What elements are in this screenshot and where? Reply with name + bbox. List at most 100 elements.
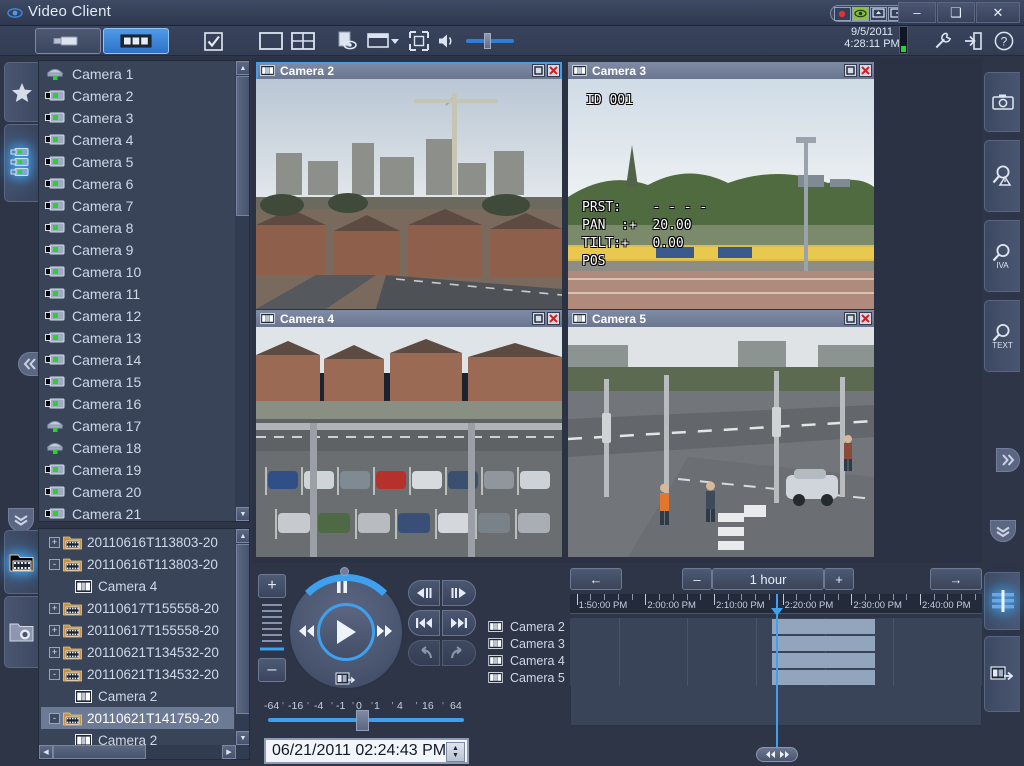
- rec-scroll-left-button[interactable]: ◀: [39, 745, 53, 759]
- volume-slider-thumb[interactable]: [484, 33, 491, 49]
- speaker-button[interactable]: [434, 29, 460, 53]
- camera-list-item[interactable]: Camera 1: [39, 63, 234, 85]
- video-stream[interactable]: [256, 79, 562, 309]
- scroll-down-button[interactable]: ▼: [236, 507, 249, 521]
- logout-button[interactable]: [960, 29, 986, 53]
- right-tab-timeline[interactable]: [984, 572, 1020, 630]
- pane-close-button[interactable]: [859, 312, 872, 325]
- maximize-button[interactable]: ❑: [937, 2, 975, 23]
- camera-list-item[interactable]: Camera 3: [39, 107, 234, 129]
- monitor-status-icon[interactable]: [870, 6, 887, 21]
- checkbox-toggle-button[interactable]: [200, 29, 226, 53]
- camera-list-item[interactable]: Camera 13: [39, 327, 234, 349]
- pane-maximize-button[interactable]: [844, 312, 857, 325]
- pane-maximize-button[interactable]: [532, 312, 545, 325]
- pane-close-button[interactable]: [547, 312, 560, 325]
- recording-segment[interactable]: [771, 670, 875, 685]
- timeline-zoom-out-button[interactable]: –: [682, 568, 712, 590]
- sidebar-tab-exports[interactable]: [4, 596, 38, 668]
- recording-folder-row[interactable]: - 20110621T134532-20: [41, 663, 234, 685]
- sidebar-tab-favorites[interactable]: [4, 62, 38, 122]
- sidebar-tab-recordings[interactable]: [4, 530, 38, 594]
- playback-mode-button[interactable]: [103, 28, 169, 54]
- pane-close-button[interactable]: [859, 64, 872, 77]
- recording-folder-row[interactable]: +20110621T134532-20: [41, 641, 234, 663]
- camera-list-item[interactable]: Camera 15: [39, 371, 234, 393]
- recording-folder-row[interactable]: +20110616T113803-20: [41, 531, 234, 553]
- sidebar-tab-cameras[interactable]: [4, 124, 38, 202]
- recording-folder-row[interactable]: - 20110621T141759-20: [41, 707, 234, 729]
- step-forward-button[interactable]: [442, 580, 476, 606]
- recording-segment[interactable]: [771, 636, 875, 651]
- scroll-up-button[interactable]: ▲: [236, 61, 249, 75]
- camera-list-item[interactable]: Camera 10: [39, 261, 234, 283]
- step-back-button[interactable]: [408, 580, 440, 606]
- camera-list-item[interactable]: Camera 17: [39, 415, 234, 437]
- expand-icon[interactable]: +: [49, 602, 60, 614]
- layout-single-button[interactable]: [258, 29, 284, 53]
- expand-icon[interactable]: +: [49, 536, 60, 548]
- zoom-out-button[interactable]: –: [258, 658, 286, 682]
- window-menu-button[interactable]: [366, 29, 400, 53]
- camera-list-item[interactable]: Camera 14: [39, 349, 234, 371]
- video-stream[interactable]: ID 001 PRST: - - - - PAN :+ 20.00 TILT:+ 0.…: [568, 79, 874, 309]
- collapse-right-bottom-button[interactable]: [990, 520, 1016, 542]
- rec-scroll-thumb[interactable]: [236, 544, 249, 714]
- live-mode-button[interactable]: [35, 28, 101, 54]
- expand-icon[interactable]: +: [49, 624, 60, 636]
- camera-list-item[interactable]: Camera 4: [39, 129, 234, 151]
- collapse-icon[interactable]: -: [49, 668, 60, 680]
- rec-hscroll-thumb[interactable]: [53, 745, 146, 759]
- recording-segment[interactable]: [771, 653, 875, 668]
- timeline-next-button[interactable]: →: [930, 568, 982, 590]
- right-tab-text-search[interactable]: TEXT: [984, 300, 1020, 372]
- timeline-prev-button[interactable]: ←: [570, 568, 622, 590]
- instant-playback-button[interactable]: [334, 29, 360, 53]
- timeline-zoom-in-button[interactable]: +: [824, 568, 854, 590]
- video-pane[interactable]: Camera 2: [256, 62, 562, 309]
- video-stream[interactable]: [256, 327, 562, 557]
- eye-status-icon[interactable]: [852, 6, 869, 21]
- camera-list-item[interactable]: Camera 6: [39, 173, 234, 195]
- right-tab-iva-search[interactable]: IVA: [984, 220, 1020, 292]
- record-status-icon[interactable]: [834, 6, 851, 21]
- video-pane[interactable]: Camera 5: [568, 310, 874, 557]
- rec-scroll-down-button[interactable]: ▼: [236, 731, 249, 745]
- stepper-down-icon[interactable]: ▼: [452, 752, 459, 759]
- right-tab-alarm-search[interactable]: [984, 140, 1020, 212]
- pane-close-button[interactable]: [547, 64, 560, 77]
- next-clip-button[interactable]: [442, 610, 476, 636]
- recording-folder-row[interactable]: +20110617T155558-20: [41, 597, 234, 619]
- camera-list-item[interactable]: Camera 5: [39, 151, 234, 173]
- recording-camera-row[interactable]: Camera 2: [41, 685, 234, 707]
- camera-list-item[interactable]: Camera 9: [39, 239, 234, 261]
- recording-camera-row[interactable]: Camera 4: [41, 575, 234, 597]
- rec-scroll-right-button[interactable]: ▶: [222, 745, 236, 759]
- pane-maximize-button[interactable]: [844, 64, 857, 77]
- camera-list-item[interactable]: Camera 8: [39, 217, 234, 239]
- close-button[interactable]: ✕: [976, 2, 1020, 23]
- collapse-icon[interactable]: -: [49, 712, 60, 724]
- settings-button[interactable]: [930, 29, 956, 53]
- camera-list-item[interactable]: Camera 20: [39, 481, 234, 503]
- help-button[interactable]: ?: [991, 29, 1017, 53]
- camera-list-item[interactable]: Camera 18: [39, 437, 234, 459]
- video-stream[interactable]: [568, 327, 874, 557]
- stepper-up-icon[interactable]: ▲: [452, 745, 459, 752]
- timeline-playhead[interactable]: [756, 594, 798, 762]
- camera-list-item[interactable]: Camera 2: [39, 85, 234, 107]
- collapse-icon[interactable]: -: [49, 558, 60, 570]
- camera-list-item[interactable]: Camera 12: [39, 305, 234, 327]
- timestamp-stepper[interactable]: ▲ ▼: [446, 742, 465, 762]
- speed-slider-thumb[interactable]: [356, 710, 369, 731]
- timeline-range-label[interactable]: 1 hour: [712, 568, 824, 590]
- minimize-button[interactable]: –: [898, 2, 936, 23]
- collapse-right-panel-button[interactable]: [996, 448, 1020, 472]
- redo-button[interactable]: [442, 640, 476, 666]
- playhead-grip[interactable]: [756, 747, 798, 762]
- right-tab-export[interactable]: [984, 636, 1020, 712]
- camera-list-item[interactable]: Camera 11: [39, 283, 234, 305]
- zoom-in-button[interactable]: +: [258, 574, 286, 598]
- recordings-scrollbar-h[interactable]: ◀ ▶: [39, 745, 236, 759]
- rec-scroll-up-button[interactable]: ▲: [236, 529, 249, 543]
